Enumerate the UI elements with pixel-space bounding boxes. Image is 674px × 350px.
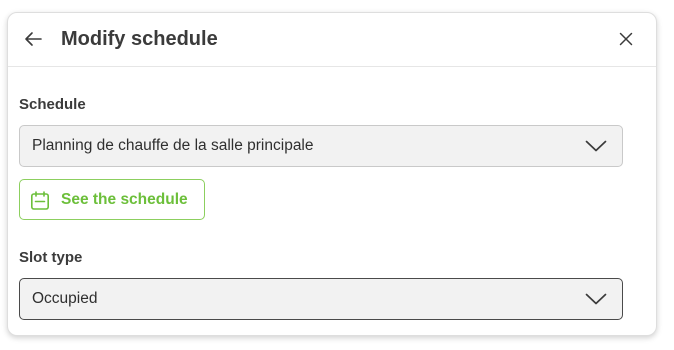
chevron-down-icon [584, 136, 608, 156]
schedule-label: Schedule [19, 96, 86, 113]
dialog-title: Modify schedule [61, 28, 218, 50]
back-button[interactable] [20, 26, 46, 52]
slot-type-label: Slot type [19, 249, 83, 266]
close-icon [619, 32, 633, 46]
close-button[interactable] [614, 27, 638, 51]
see-schedule-button[interactable]: See the schedule [19, 179, 205, 220]
schedule-select-value: Planning de chauffe de la salle principa… [32, 137, 314, 154]
chevron-down-icon [584, 289, 608, 309]
slot-type-select-value: Occupied [32, 290, 98, 307]
slot-type-select[interactable]: Occupied [19, 278, 623, 320]
see-schedule-label: See the schedule [61, 191, 188, 208]
modify-schedule-dialog: Modify schedule Schedule Planning de cha… [7, 12, 657, 336]
calendar-icon [30, 191, 50, 211]
dialog-header: Modify schedule [8, 13, 656, 67]
schedule-select[interactable]: Planning de chauffe de la salle principa… [19, 125, 623, 167]
arrow-left-icon [25, 32, 42, 46]
